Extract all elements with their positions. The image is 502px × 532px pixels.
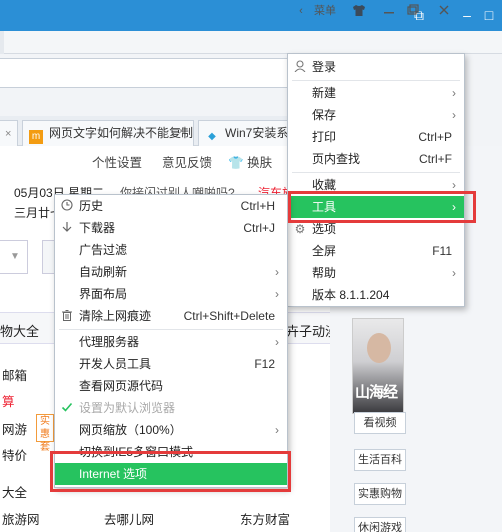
link-calc[interactable]: 算 [2, 391, 15, 410]
menu-button[interactable]: 菜单 [306, 4, 344, 19]
menu-divider [59, 329, 283, 330]
menu-item-autorefresh[interactable]: 自动刷新 › [55, 261, 287, 283]
menu-item-version: 版本 8.1.1.204 [312, 288, 390, 302]
tab-favicon-icon: m [29, 130, 43, 144]
highlight-box-tools [288, 191, 476, 223]
address-bar[interactable] [0, 58, 290, 88]
trash-icon [60, 309, 74, 323]
link-personal-settings[interactable]: 个性设置 [92, 152, 142, 171]
menu-item-clear-traces[interactable]: 清除上网痕迹 Ctrl+Shift+Delete [55, 305, 287, 327]
movie-poster[interactable]: 山海经 [352, 318, 404, 414]
shortcut-history: Ctrl+H [240, 199, 275, 213]
link-eastmoney[interactable]: 东方财富 [240, 509, 290, 528]
tab-partial[interactable]: × [0, 120, 18, 146]
menu-item-history[interactable]: 历史 Ctrl+H [55, 195, 287, 217]
menu-item-print[interactable]: 打印 Ctrl+P [288, 126, 464, 148]
shirt-icon: 👕 [228, 156, 244, 170]
tab-1[interactable]: m 网页文字如何解决不能复制 [22, 120, 194, 146]
side-btn-life[interactable]: 生活百科 [354, 449, 406, 471]
menu-item-set-default: 设置为默认浏览器 [55, 397, 287, 419]
menu-item-layout[interactable]: 界面布局 › [55, 283, 287, 305]
menu-item-downloader[interactable]: 下载器 Ctrl+J [55, 217, 287, 239]
user-icon [293, 60, 307, 74]
login-label: 登录 [312, 60, 337, 74]
windows-favicon-icon: ◆ [208, 131, 216, 142]
checkmark-icon [60, 401, 74, 415]
chevron-right-icon: › [452, 108, 456, 122]
menu-back-arrow-icon[interactable]: ‹ [296, 4, 306, 19]
menu-item-fullscreen[interactable]: 全屏 F11 [288, 240, 464, 262]
shortcut-devtools: F12 [254, 357, 275, 371]
shortcut-clear-traces: Ctrl+Shift+Delete [183, 309, 275, 323]
menu-item-find[interactable]: 页内查找 Ctrl+F [288, 148, 464, 170]
menu-divider [292, 172, 460, 173]
poster-face [367, 333, 391, 363]
browser-toolbar [0, 31, 502, 54]
toolbar-left-edge [0, 31, 4, 54]
tab-1-label: 网页文字如何解决不能复制 [49, 126, 194, 140]
shortcut-find: Ctrl+F [419, 152, 452, 166]
side-btn-shopping[interactable]: 实惠购物 [354, 483, 406, 505]
tools-submenu: 历史 Ctrl+H 下载器 Ctrl+J 广告过滤 自动刷新 › 界面布局 › 清除上网… [54, 194, 288, 488]
link-encyclopedia[interactable]: 大全 [2, 482, 27, 501]
link-travel[interactable]: 旅游网 [2, 509, 40, 528]
menu-item-save[interactable]: 保存 › [288, 104, 464, 126]
shortcut-downloader: Ctrl+J [243, 221, 275, 235]
download-icon [60, 221, 74, 235]
badge-line-1: 实惠 [40, 416, 50, 440]
shortcut-print: Ctrl+P [418, 130, 452, 144]
poster-title: 山海经 [355, 383, 398, 401]
maximize-button[interactable]: □ [480, 6, 498, 24]
menu-item-devtools[interactable]: 开发人员工具 F12 [55, 353, 287, 375]
minimize-button[interactable]: – [458, 6, 476, 24]
menu-item-help[interactable]: 帮助 › [288, 262, 464, 284]
menu-item-new[interactable]: 新建 › [288, 82, 464, 104]
menu-item-zoom[interactable]: 网页缩放（100%） › [55, 419, 287, 441]
link-games[interactable]: 网游 [2, 419, 27, 438]
login-item[interactable]: 登录 [288, 56, 464, 78]
link-specials[interactable]: 特价 [2, 445, 27, 464]
minimize-to-tray-icon[interactable] [382, 4, 396, 19]
chevron-right-icon: › [452, 266, 456, 280]
category-left[interactable]: 物大全 [0, 321, 39, 340]
search-dropdown[interactable]: ▼ [0, 240, 28, 274]
tab-1-close-icon[interactable]: × [178, 124, 185, 138]
menu-divider [292, 80, 460, 81]
close-icon[interactable] [436, 4, 452, 19]
highlight-box-internet-options [50, 451, 291, 492]
deal-badge: 实惠 套 [36, 414, 54, 453]
menu-item-view-source[interactable]: 查看网页源代码 [55, 375, 287, 397]
chevron-right-icon: › [452, 86, 456, 100]
side-btn-video[interactable]: 看视频 [354, 412, 406, 434]
clock-icon [60, 199, 74, 213]
link-mail[interactable]: 邮箱 [2, 365, 27, 384]
chevron-right-icon: › [275, 423, 279, 437]
menu-item-proxy[interactable]: 代理服务器 › [55, 331, 287, 353]
link-change-skin[interactable]: 👕 换肤 [228, 152, 272, 171]
link-qunar[interactable]: 去哪儿网 [104, 509, 154, 528]
main-menu: 登录 新建 › 保存 › 打印 Ctrl+P 页内查找 Ctrl+F 收藏 › 工具 › ⚙… [287, 53, 465, 307]
chevron-right-icon: › [275, 335, 279, 349]
change-skin-label: 换肤 [247, 156, 273, 170]
link-feedback[interactable]: 意见反馈 [162, 152, 212, 171]
tab-close-icon[interactable]: × [5, 128, 11, 140]
gear-icon: ⚙ [294, 222, 306, 236]
chevron-right-icon: › [275, 287, 279, 301]
skin-shirt-icon[interactable] [352, 4, 366, 19]
dropdown-arrow-icon: ▼ [10, 251, 20, 262]
side-btn-games[interactable]: 休闲游戏 [354, 517, 406, 532]
restore-icon[interactable] [406, 4, 420, 19]
chevron-right-icon: › [275, 265, 279, 279]
menu-item-adblock[interactable]: 广告过滤 [55, 239, 287, 261]
shortcut-fullscreen: F11 [432, 244, 452, 258]
